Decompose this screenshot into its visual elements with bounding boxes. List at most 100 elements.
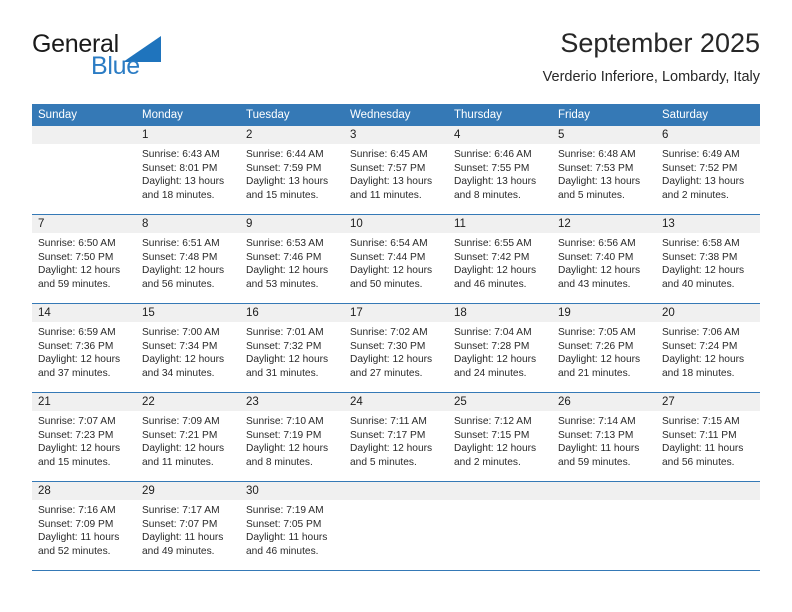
- day-number[interactable]: 27: [656, 393, 760, 411]
- day-cell[interactable]: Sunrise: 7:17 AM Sunset: 7:07 PM Daylight:…: [136, 500, 240, 570]
- day-number[interactable]: 12: [552, 215, 656, 233]
- daylight-text: Daylight: 12 hours and 46 minutes.: [454, 265, 537, 290]
- day-cell[interactable]: Sunrise: 7:07 AM Sunset: 7:23 PM Daylight:…: [32, 411, 136, 481]
- day-detail-band: Sunrise: 7:07 AM Sunset: 7:23 PM Daylight:…: [32, 411, 760, 481]
- day-number[interactable]: 5: [552, 126, 656, 144]
- day-cell[interactable]: Sunrise: 6:58 AM Sunset: 7:38 PM Daylight:…: [656, 233, 760, 303]
- daylight-text: Daylight: 11 hours and 46 minutes.: [246, 532, 328, 557]
- sunset-text: Sunset: 7:59 PM: [246, 162, 322, 174]
- day-number[interactable]: 22: [136, 393, 240, 411]
- day-number[interactable]: 6: [656, 126, 760, 144]
- sunset-text: Sunset: 7:46 PM: [246, 251, 322, 263]
- sunset-text: Sunset: 7:40 PM: [558, 251, 634, 263]
- day-cell[interactable]: Sunrise: 7:11 AM Sunset: 7:17 PM Daylight:…: [344, 411, 448, 481]
- empty-day-cell: [448, 500, 552, 570]
- sunrise-text: Sunrise: 7:00 AM: [142, 327, 220, 338]
- day-number[interactable]: 7: [32, 215, 136, 233]
- sunrise-text: Sunrise: 7:17 AM: [142, 505, 220, 516]
- day-cell[interactable]: Sunrise: 6:59 AM Sunset: 7:36 PM Daylight:…: [32, 322, 136, 392]
- day-number[interactable]: 21: [32, 393, 136, 411]
- sunrise-text: Sunrise: 7:15 AM: [662, 416, 740, 427]
- day-number[interactable]: 30: [240, 482, 344, 500]
- weekday-header-thursday: Thursday: [454, 109, 502, 121]
- day-number-band: 123456: [32, 126, 760, 144]
- day-number[interactable]: 23: [240, 393, 344, 411]
- page-header: General Blue September 2025 Verderio Inf…: [32, 26, 760, 96]
- sunrise-text: Sunrise: 6:55 AM: [454, 238, 532, 249]
- day-number[interactable]: 15: [136, 304, 240, 322]
- day-cell[interactable]: Sunrise: 7:00 AM Sunset: 7:34 PM Daylight:…: [136, 322, 240, 392]
- day-cell[interactable]: Sunrise: 6:44 AM Sunset: 7:59 PM Daylight:…: [240, 144, 344, 214]
- day-cell[interactable]: Sunrise: 6:49 AM Sunset: 7:52 PM Daylight:…: [656, 144, 760, 214]
- day-number[interactable]: 16: [240, 304, 344, 322]
- day-number[interactable]: 17: [344, 304, 448, 322]
- day-cell[interactable]: Sunrise: 6:56 AM Sunset: 7:40 PM Daylight:…: [552, 233, 656, 303]
- day-number[interactable]: 10: [344, 215, 448, 233]
- sunrise-text: Sunrise: 6:49 AM: [662, 149, 740, 160]
- day-number[interactable]: 14: [32, 304, 136, 322]
- day-cell[interactable]: Sunrise: 7:01 AM Sunset: 7:32 PM Daylight:…: [240, 322, 344, 392]
- day-number[interactable]: 20: [656, 304, 760, 322]
- daylight-text: Daylight: 12 hours and 27 minutes.: [350, 354, 433, 379]
- day-detail-band: Sunrise: 6:43 AM Sunset: 8:01 PM Daylight:…: [32, 144, 760, 214]
- empty-day-number: [32, 126, 136, 144]
- daylight-text: Daylight: 11 hours and 49 minutes.: [142, 532, 224, 557]
- day-cell[interactable]: Sunrise: 7:05 AM Sunset: 7:26 PM Daylight:…: [552, 322, 656, 392]
- day-number[interactable]: 13: [656, 215, 760, 233]
- day-number[interactable]: 24: [344, 393, 448, 411]
- day-cell[interactable]: Sunrise: 7:19 AM Sunset: 7:05 PM Daylight:…: [240, 500, 344, 570]
- day-number[interactable]: 18: [448, 304, 552, 322]
- day-cell[interactable]: Sunrise: 6:46 AM Sunset: 7:55 PM Daylight:…: [448, 144, 552, 214]
- sunrise-text: Sunrise: 6:58 AM: [662, 238, 740, 249]
- day-number[interactable]: 28: [32, 482, 136, 500]
- daylight-text: Daylight: 12 hours and 15 minutes.: [38, 443, 121, 468]
- daylight-text: Daylight: 12 hours and 50 minutes.: [350, 265, 433, 290]
- day-number[interactable]: 3: [344, 126, 448, 144]
- page-title: September 2025: [560, 28, 760, 58]
- day-cell[interactable]: Sunrise: 6:50 AM Sunset: 7:50 PM Daylight:…: [32, 233, 136, 303]
- day-cell[interactable]: Sunrise: 7:15 AM Sunset: 7:11 PM Daylight:…: [656, 411, 760, 481]
- day-cell[interactable]: Sunrise: 7:14 AM Sunset: 7:13 PM Daylight:…: [552, 411, 656, 481]
- day-cell[interactable]: Sunrise: 7:06 AM Sunset: 7:24 PM Daylight:…: [656, 322, 760, 392]
- day-cell[interactable]: Sunrise: 6:54 AM Sunset: 7:44 PM Daylight:…: [344, 233, 448, 303]
- day-number[interactable]: 29: [136, 482, 240, 500]
- day-cell[interactable]: Sunrise: 7:09 AM Sunset: 7:21 PM Daylight:…: [136, 411, 240, 481]
- day-detail-band: Sunrise: 6:50 AM Sunset: 7:50 PM Daylight:…: [32, 233, 760, 303]
- day-number[interactable]: 4: [448, 126, 552, 144]
- weekday-header-wednesday: Wednesday: [350, 109, 411, 121]
- day-cell[interactable]: Sunrise: 6:55 AM Sunset: 7:42 PM Daylight:…: [448, 233, 552, 303]
- day-cell[interactable]: Sunrise: 6:48 AM Sunset: 7:53 PM Daylight:…: [552, 144, 656, 214]
- sunrise-text: Sunrise: 7:19 AM: [246, 505, 324, 516]
- day-number[interactable]: 25: [448, 393, 552, 411]
- calendar-weeks: 1 2 3 4 5 6 Sunrise: 6:43 AM Sunset: 8:01 PM Day…: [32, 126, 760, 571]
- weekday-header-saturday: Saturday: [662, 109, 709, 121]
- day-number[interactable]: 2: [240, 126, 344, 144]
- day-number[interactable]: 19: [552, 304, 656, 322]
- day-number[interactable]: 9: [240, 215, 344, 233]
- day-cell[interactable]: Sunrise: 7:04 AM Sunset: 7:28 PM Daylight:…: [448, 322, 552, 392]
- weekday-header-friday: Friday: [558, 109, 590, 121]
- sunset-text: Sunset: 7:21 PM: [142, 429, 218, 441]
- day-number[interactable]: 11: [448, 215, 552, 233]
- sunset-text: Sunset: 7:44 PM: [350, 251, 426, 263]
- day-cell[interactable]: Sunrise: 6:53 AM Sunset: 7:46 PM Daylight:…: [240, 233, 344, 303]
- sunrise-text: Sunrise: 7:09 AM: [142, 416, 220, 427]
- day-number[interactable]: 8: [136, 215, 240, 233]
- day-number[interactable]: 1: [136, 126, 240, 144]
- daylight-text: Daylight: 12 hours and 18 minutes.: [662, 354, 745, 379]
- sunrise-text: Sunrise: 7:02 AM: [350, 327, 428, 338]
- day-cell[interactable]: Sunrise: 7:16 AM Sunset: 7:09 PM Daylight:…: [32, 500, 136, 570]
- day-number[interactable]: 26: [552, 393, 656, 411]
- brand-logo[interactable]: General Blue: [32, 26, 252, 88]
- sunrise-text: Sunrise: 7:04 AM: [454, 327, 532, 338]
- day-cell[interactable]: Sunrise: 7:02 AM Sunset: 7:30 PM Daylight:…: [344, 322, 448, 392]
- weekday-header-sunday: Sunday: [38, 109, 78, 121]
- day-detail-band: Sunrise: 6:59 AM Sunset: 7:36 PM Daylight:…: [32, 322, 760, 392]
- day-cell[interactable]: Sunrise: 6:43 AM Sunset: 8:01 PM Daylight:…: [136, 144, 240, 214]
- day-number-band: 21 22 23 24 25 26 27: [32, 393, 760, 411]
- day-cell[interactable]: Sunrise: 7:10 AM Sunset: 7:19 PM Daylight:…: [240, 411, 344, 481]
- calendar-grid: Sunday Monday Tuesday Wednesday Thursday Frid…: [32, 104, 760, 571]
- day-cell[interactable]: Sunrise: 7:12 AM Sunset: 7:15 PM Daylight:…: [448, 411, 552, 481]
- day-cell[interactable]: Sunrise: 6:51 AM Sunset: 7:48 PM Daylight:…: [136, 233, 240, 303]
- day-cell[interactable]: Sunrise: 6:45 AM Sunset: 7:57 PM Daylight:…: [344, 144, 448, 214]
